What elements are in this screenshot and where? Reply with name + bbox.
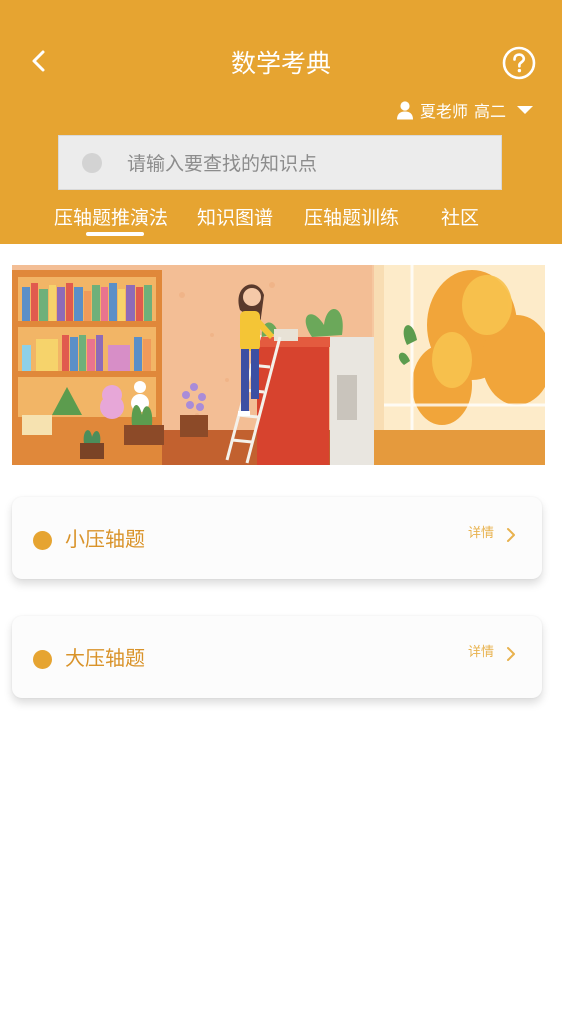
banner-image [12,265,545,465]
search-input[interactable]: 请输入要查找的知识点 [58,135,502,190]
bullet-dot [33,650,52,669]
active-tab-indicator [86,232,144,236]
card-label: 大压轴题 [65,646,145,670]
card-big-pressure-problem[interactable]: 大压轴题 详情 [12,616,542,698]
help-button[interactable] [502,46,536,80]
detail-link[interactable]: 详情 [468,644,494,662]
card-label: 小压轴题 [65,527,145,551]
tab-community[interactable]: 社区 [441,204,479,232]
caret-down-icon [517,106,533,114]
chevron-right-icon [507,647,515,661]
bullet-dot [33,531,52,550]
user-name: 夏老师 [419,102,468,121]
search-placeholder: 请输入要查找的知识点 [127,153,318,175]
tab-knowledge-map[interactable]: 知识图谱 [197,204,273,232]
person-icon [396,101,413,120]
user-grade-selector[interactable]: 夏老师 高二 [396,96,534,124]
tab-training[interactable]: 压轴题训练 [304,204,399,232]
app-screen: 数学考典 夏老师 高二 请输入要查找的知识点 压轴题推演法 知识图谱 压轴题训练… [0,0,562,1028]
detail-link[interactable]: 详情 [468,525,494,543]
header: 数学考典 夏老师 高二 请输入要查找的知识点 压轴题推演法 知识图谱 压轴题训练… [0,0,562,244]
question-circle-icon [502,46,536,80]
card-small-pressure-problem[interactable]: 小压轴题 详情 [12,497,542,579]
illustration-girl-bookshelf [12,265,545,465]
chevron-right-icon [507,528,515,542]
search-icon [82,152,102,173]
user-grade: 高二 [473,102,506,121]
tab-push-method[interactable]: 压轴题推演法 [54,204,168,232]
tab-bar: 压轴题推演法 知识图谱 压轴题训练 社区 [0,200,562,244]
page-title: 数学考典 [230,49,331,78]
